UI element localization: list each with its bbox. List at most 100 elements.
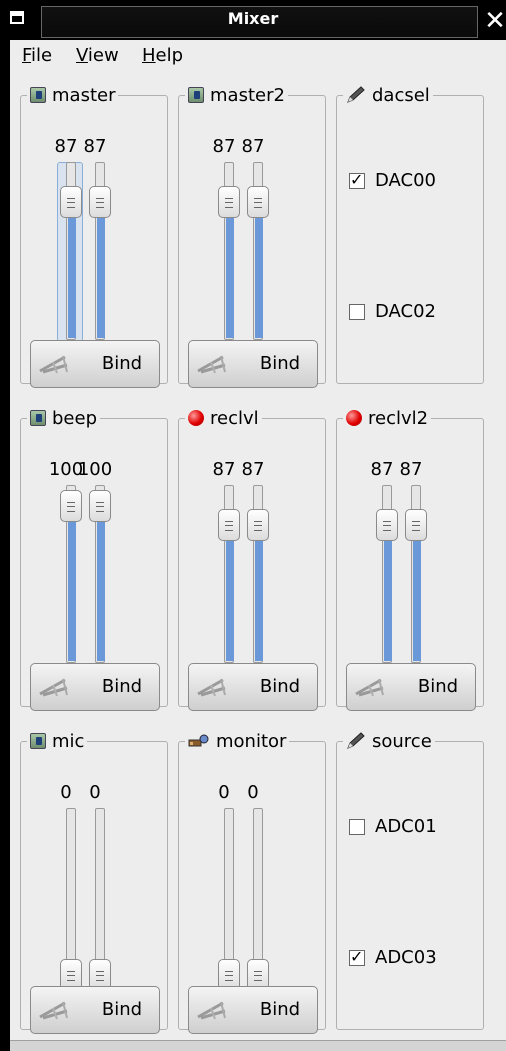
bind-icon	[355, 676, 385, 698]
right-volume-slider[interactable]	[89, 162, 111, 340]
slider-thumb[interactable]	[60, 490, 82, 522]
menu-help-label: elp	[155, 45, 184, 66]
right-value: 87	[83, 136, 107, 157]
right-value: 87	[241, 136, 265, 157]
option-dac02[interactable]: DAC02	[349, 301, 436, 322]
channel-title: master2	[185, 84, 288, 106]
bind-button[interactable]: Bind	[30, 663, 160, 711]
left-volume-slider[interactable]	[218, 162, 240, 340]
menu-file[interactable]: File	[22, 45, 52, 66]
channel-group-beep: beep 100 100 Bind	[20, 407, 168, 711]
channel-group-mic: mic 0 0 Bind	[20, 730, 168, 1034]
right-volume-slider[interactable]	[89, 808, 111, 991]
option-adc03[interactable]: ADC03	[349, 947, 437, 968]
bind-label: Bind	[259, 353, 301, 374]
right-value: 0	[89, 782, 101, 803]
right-volume-slider[interactable]	[405, 485, 427, 663]
right-volume-slider[interactable]	[89, 485, 111, 663]
menu-file-label: ile	[31, 45, 53, 66]
bind-label: Bind	[417, 676, 459, 697]
pen-icon	[346, 86, 366, 104]
slider-thumb[interactable]	[218, 509, 240, 541]
menu-view-label: iew	[87, 45, 119, 66]
checkbox-label: ADC01	[375, 816, 437, 837]
slider-thumb[interactable]	[89, 186, 111, 218]
menu-bar: File View Help	[10, 40, 506, 72]
channel-name: beep	[52, 407, 97, 429]
mixer-window: Mixer ✕ File View Help master 87 87 Bind mas…	[0, 0, 506, 1051]
bind-button[interactable]: Bind	[30, 986, 160, 1034]
checkbox[interactable]	[349, 818, 365, 835]
bind-label: Bind	[101, 676, 143, 697]
channel-name: monitor	[216, 730, 287, 752]
bind-label: Bind	[101, 999, 143, 1020]
checkbox[interactable]	[349, 947, 365, 966]
volume-icon	[30, 410, 46, 426]
bind-button[interactable]: Bind	[188, 663, 318, 711]
slider-fill	[97, 500, 105, 661]
bind-label: Bind	[259, 999, 301, 1020]
channel-title: mic	[27, 730, 88, 752]
left-volume-slider[interactable]	[60, 485, 82, 663]
slider-thumb[interactable]	[405, 509, 427, 541]
left-volume-slider[interactable]	[60, 162, 82, 340]
slider-thumb[interactable]	[218, 186, 240, 218]
channel-title: beep	[27, 407, 100, 429]
channel-name: master	[52, 84, 116, 106]
right-value: 100	[77, 459, 113, 480]
pen-icon	[346, 732, 366, 750]
bind-icon	[39, 353, 69, 375]
menu-view[interactable]: View	[76, 45, 119, 66]
left-volume-slider[interactable]	[60, 808, 82, 991]
option-dac00[interactable]: DAC00	[349, 170, 436, 191]
menu-help[interactable]: Help	[142, 45, 183, 66]
volume-icon	[30, 87, 46, 103]
selector-group-dacsel: dacsel DAC00 DAC02	[336, 84, 484, 384]
right-volume-slider[interactable]	[247, 485, 269, 663]
channel-name: mic	[52, 730, 85, 752]
channel-group-master: master 87 87 Bind	[20, 84, 168, 388]
window-title: Mixer	[227, 9, 279, 28]
slider-thumb[interactable]	[376, 509, 398, 541]
checkbox[interactable]	[349, 170, 365, 189]
bind-button[interactable]: Bind	[188, 986, 318, 1034]
checkbox-label: DAC00	[375, 170, 437, 191]
channel-name: reclvl2	[368, 407, 429, 429]
channel-group-reclvl: reclvl 87 87 Bind	[178, 407, 326, 711]
bind-button[interactable]: Bind	[346, 663, 476, 711]
selector-name: dacsel	[372, 84, 430, 106]
menu-file-mnemonic: F	[22, 45, 32, 66]
right-volume-slider[interactable]	[247, 162, 269, 340]
channel-group-monitor: monitor 0 0 Bind	[178, 730, 326, 1034]
record-icon	[346, 410, 362, 426]
left-volume-slider[interactable]	[218, 808, 240, 991]
slider-thumb[interactable]	[247, 186, 269, 218]
slider-thumb[interactable]	[89, 490, 111, 522]
record-icon	[188, 410, 204, 426]
volume-icon	[30, 733, 46, 749]
bind-button[interactable]: Bind	[30, 340, 160, 388]
slider-thumb[interactable]	[60, 186, 82, 218]
close-icon[interactable]: ✕	[484, 6, 506, 36]
slider-thumb[interactable]	[247, 509, 269, 541]
right-volume-slider[interactable]	[247, 808, 269, 991]
mixer-panel: master 87 87 Bind master2 87 87 Bind dacsel DAC00…	[10, 72, 506, 1050]
bind-button[interactable]: Bind	[188, 340, 318, 388]
left-volume-slider[interactable]	[376, 485, 398, 663]
option-adc01[interactable]: ADC01	[349, 816, 437, 837]
bind-icon	[197, 999, 227, 1021]
left-volume-slider[interactable]	[218, 485, 240, 663]
bind-icon	[197, 353, 227, 375]
selector-title: dacsel	[343, 84, 433, 106]
right-value: 87	[241, 459, 265, 480]
right-value: 87	[399, 459, 423, 480]
status-bar	[10, 1040, 506, 1051]
channel-title: reclvl	[185, 407, 262, 429]
volume-icon	[188, 87, 204, 103]
channel-name: master2	[210, 84, 285, 106]
channel-title: reclvl2	[343, 407, 432, 429]
bind-label: Bind	[101, 353, 143, 374]
checkbox-label: ADC03	[375, 947, 437, 968]
channel-title: master	[27, 84, 119, 106]
checkbox[interactable]	[349, 303, 365, 320]
